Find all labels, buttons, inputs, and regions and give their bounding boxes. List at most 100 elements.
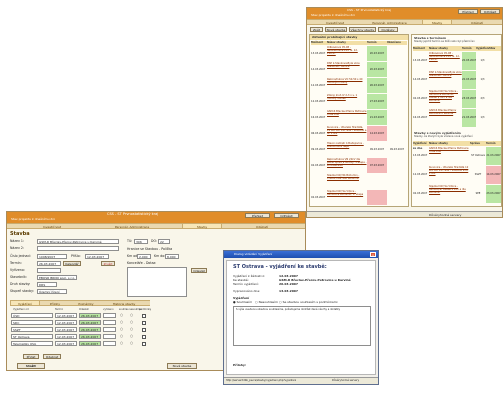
do-input[interactable]: 22 (158, 239, 170, 244)
back-tab-2[interactable]: Stavby (422, 20, 452, 25)
radio-souhlasim[interactable]: ● Souhlasím (233, 301, 252, 304)
kalendar-button[interactable]: Kalendář (63, 261, 81, 266)
vyj-row-radio2[interactable]: ○ (130, 327, 133, 332)
sub-tab-vyjadreni[interactable]: Vyjádření (10, 301, 40, 306)
main-tab-0[interactable]: Investičnost (27, 224, 77, 229)
vyj-row-check[interactable] (142, 335, 146, 339)
right2-row-name[interactable]: Stavba D47/1a Vrbice - Věřňovice, Oblast… (429, 185, 470, 203)
vyj-row-radio1[interactable]: ○ (120, 327, 123, 332)
vyj-row-vyrizeno[interactable] (103, 320, 116, 325)
back-tab-3[interactable]: Událostí (457, 20, 497, 25)
odebrat-button[interactable]: Odebrat (43, 354, 61, 359)
main-tab-3[interactable]: Událostí (237, 224, 287, 229)
right-row-name[interactable]: GSM-R Břeclav-Přerov Petrovice u Karviné (429, 109, 462, 127)
right2-row-name[interactable]: Kunovice - Uherské Hradiště 12 a.s. km 1… (429, 166, 470, 184)
druh-select[interactable]: DRS (37, 282, 57, 287)
left-row-name[interactable]: Zděný kruh IV 2-3 n.v. 1 rodinný domek (327, 94, 367, 109)
main-tab-2[interactable]: Stavby (182, 224, 222, 229)
termin-input[interactable]: 26.03.2007 (37, 261, 61, 266)
cislo-input[interactable]: 1098/2007 (37, 254, 67, 259)
left-row-name[interactable]: Stavba D47/1a Vrbice - Věřňovice Bohumín… (327, 190, 367, 205)
vyrizeno-input[interactable] (37, 268, 61, 273)
left-row-name[interactable]: DSP k-Stanková-Byla ulice Stanková - Kun… (327, 62, 367, 77)
stupen-select[interactable]: Územní řízení (37, 289, 67, 294)
right2-row-name[interactable]: GSM-R Břeclav-Přerov Petrovice u Karviné (429, 147, 470, 165)
right-row-date: 14.03.2007 (413, 78, 428, 81)
vyj-row-term[interactable]: 12.03.2007 (55, 313, 77, 318)
sub-tab-historie[interactable]: Historie stavby (104, 301, 144, 306)
right-row-name[interactable]: DSP k-Stanková-Byla ulice Stanková - Kun… (429, 71, 462, 89)
back-prehled-button[interactable]: Přehled (458, 9, 478, 14)
back-tab-1[interactable]: Personál. Administrace (362, 20, 417, 25)
left-row-name[interactable]: Hlavní nádraží Č.Budějovice - Lokomotivn… (327, 142, 367, 157)
right-row-name[interactable]: Odbavkové 05-08 - rekonstrukce P+P ul. 1… (429, 52, 462, 70)
vyj-row-term2[interactable]: 26.03.2007 (79, 327, 101, 332)
vyj-row-term2[interactable]: 26.03.2007 (79, 334, 101, 339)
vyj-row-vyrizeno[interactable] (103, 341, 116, 346)
left-row-name[interactable]: Rekonstrukce VN 22kV dle plánu oprav a ú… (327, 158, 367, 173)
main-odhlasit-button[interactable]: Odhlásit (274, 213, 299, 218)
kmod-input[interactable]: 2,000 (137, 254, 151, 259)
nazev2-input[interactable] (37, 246, 119, 251)
vyj-row-radio1[interactable]: ○ (120, 320, 123, 325)
sub-tab-poznamky[interactable]: Poznámky (70, 301, 102, 306)
vyj-row-radio1[interactable]: ○ (120, 313, 123, 318)
sub-tab-prilohy[interactable]: Přílohy (42, 301, 68, 306)
left-row-name[interactable]: Rekonstrukce VO 50-50 s 40 rodinnými dom… (327, 78, 367, 93)
odeslat-button[interactable]: Odeslat (191, 268, 207, 273)
back-tab-0[interactable]: Investičnost (315, 20, 355, 25)
main-prehled-button[interactable]: Přehled (245, 213, 270, 218)
vyj-row-term[interactable]: 12.03.2007 (55, 341, 77, 346)
dialog-url: http://serverddbb_psvcs/stavby/vyjadreni… (226, 379, 297, 382)
left-row-name[interactable]: Odbavkové 05-08 - rekonstrukce P+P ul. 1… (327, 46, 367, 61)
vyj-row-radio2[interactable]: ○ (130, 334, 133, 339)
tu-input[interactable]: 306 (134, 239, 148, 244)
vyj-row-name[interactable]: ÚSD (11, 313, 53, 318)
vyj-row-vyrizeno[interactable] (103, 313, 116, 318)
vyj-row-radio1[interactable]: ○ (120, 341, 123, 346)
dialog-text-area[interactable]: S výše uvedenou stavbou souhlasíme, poža… (233, 306, 371, 346)
back-vsechny-stavby-button[interactable]: Všechny stavby (349, 27, 376, 32)
left-row-name[interactable]: Stavba D47/2b Bohumín - Vrbice, LOŽ Sud … (327, 174, 367, 189)
left-row-name[interactable]: Kunovice - Uherské Hradiště, 12 a.s. km … (327, 126, 367, 141)
nova-stavba-button[interactable]: Nová stavba (167, 363, 197, 369)
nazev1-input[interactable]: GSM-R Břeclav-Přerov-Petrovice u Karviné (37, 239, 119, 244)
vyj-row-check[interactable] (142, 328, 146, 332)
vyj-row-radio2[interactable]: ○ (130, 341, 133, 346)
vyj-row-term[interactable]: 12.03.2007 (55, 320, 77, 325)
vyj-row-name[interactable]: SSZT (11, 327, 53, 332)
kmdo-input[interactable]: 8,000 (165, 254, 179, 259)
vyj-row-vyrizeno[interactable] (103, 327, 116, 332)
vyj-row-name[interactable]: ST Ostrava (11, 334, 53, 339)
vyj-row-term2[interactable]: 26.03.2007 (79, 320, 101, 325)
vyj-row-vyrizeno[interactable] (103, 334, 116, 339)
vyj-row-check[interactable] (142, 321, 146, 325)
vyj-row-check[interactable] (142, 314, 146, 318)
vyj-row-radio2[interactable]: ○ (130, 313, 133, 318)
stavebnik-select[interactable]: EBOSR BRNO spol. s r.o. (37, 275, 77, 280)
prislo-input[interactable]: 12.03.2007 (85, 254, 109, 259)
radio-nesouhlasim[interactable]: ○ Nesouhlasím (255, 301, 278, 304)
radio-podminky[interactable]: ○ Se stavbou souhlasím s podmínkami (279, 301, 337, 304)
vyj-row-check[interactable] (142, 342, 146, 346)
dialog-close-icon[interactable]: × (370, 252, 376, 257)
zrusit-button[interactable]: Zrušit (101, 261, 115, 266)
vyj-row-term2[interactable]: 26.03.2007 (79, 313, 101, 318)
vyj-row-radio1[interactable]: ○ (120, 334, 123, 339)
left-row-name[interactable]: GSM-R Břeclav-Přerov Petrovice u Karviné (327, 110, 367, 125)
kancelare-textarea[interactable] (127, 267, 187, 297)
vyj-row-term[interactable]: 12.03.2007 (55, 334, 77, 339)
vyj-row-name[interactable]: SDC (11, 320, 53, 325)
vyj-row-term2[interactable]: 26.03.2007 (79, 341, 101, 346)
vyj-row-term[interactable]: 12.03.2007 (55, 327, 77, 332)
back-nova-stavba-button[interactable]: Nová stavba (325, 27, 347, 32)
vyj-row-name[interactable]: Telematiky OVA (11, 341, 53, 346)
vyj-row-radio2[interactable]: ○ (130, 320, 133, 325)
back-dodavky-button[interactable]: Dodávky (378, 27, 398, 32)
back-zpet-button[interactable]: Zpět (310, 27, 323, 32)
main-tab-1[interactable]: Personál. Administrace (97, 224, 167, 229)
back-odhlasit-button[interactable]: Odhlásit (480, 9, 500, 14)
pridat-button[interactable]: Přidat (23, 354, 39, 359)
right-row-name[interactable]: Stavba D47/1a Vrbice - Věřňovice Bohumín… (429, 90, 462, 108)
ulozit-button[interactable]: Uložit (17, 363, 45, 369)
